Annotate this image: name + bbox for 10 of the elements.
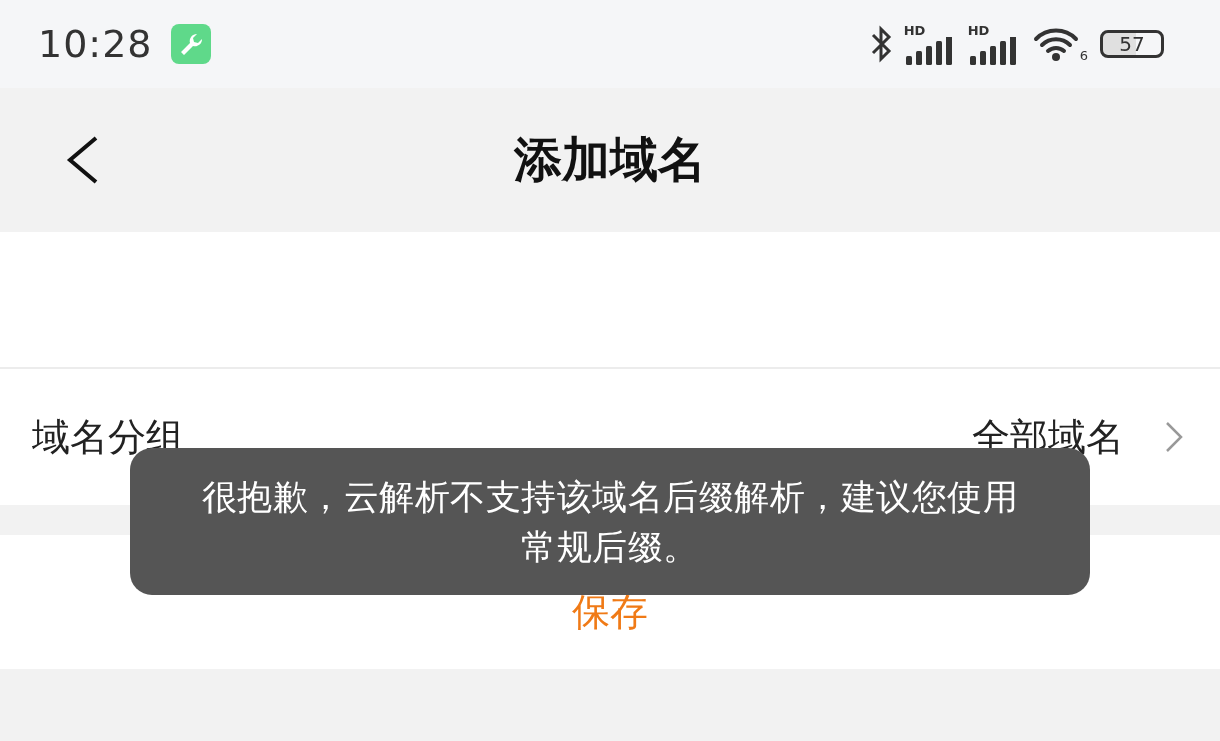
wifi-label: 6 [1079, 48, 1088, 63]
wrench-icon [170, 24, 211, 64]
toast-message: 很抱歉，云解析不支持该域名后缀解析，建议您使用常规后缀。 [200, 475, 1020, 569]
network-label: HD [967, 23, 990, 37]
status-time: 10:28 [38, 22, 153, 66]
chevron-right-icon [1164, 421, 1184, 453]
page-title: 添加域名 [514, 130, 706, 189]
bluetooth-icon [869, 25, 892, 63]
network-label: HD [903, 23, 926, 37]
battery-icon: 57 [1100, 30, 1164, 58]
